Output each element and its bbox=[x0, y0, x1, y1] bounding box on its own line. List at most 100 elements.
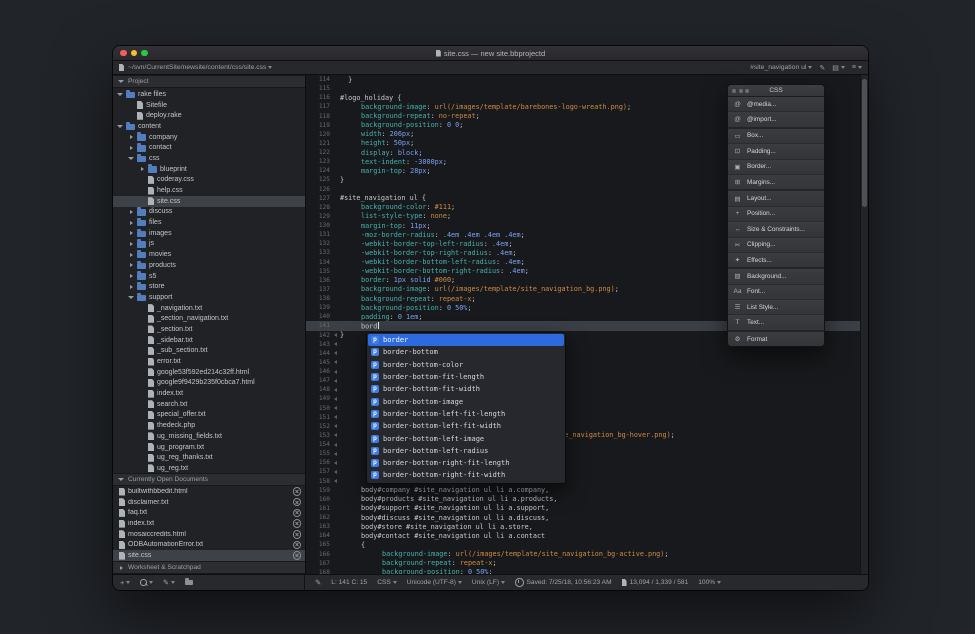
tree-item[interactable]: blueprint bbox=[113, 164, 305, 175]
tree-item[interactable]: search.txt bbox=[113, 399, 305, 410]
worksheet-header[interactable]: Worksheet & Scratchpad bbox=[113, 561, 305, 574]
completion-item[interactable]: pborder-bottom bbox=[368, 346, 564, 358]
palette-item-position[interactable]: +Position... bbox=[728, 207, 824, 222]
open-docs-header[interactable]: Currently Open Documents bbox=[113, 473, 305, 486]
tree-item[interactable]: coderay.css bbox=[113, 175, 305, 186]
disclosure-closed-icon[interactable] bbox=[118, 566, 124, 570]
palette-item-background[interactable]: ▨Background... bbox=[728, 269, 824, 284]
tree-item[interactable]: discuss bbox=[113, 207, 305, 218]
close-document-icon[interactable] bbox=[293, 530, 302, 539]
tree-item[interactable]: _sub_section.txt bbox=[113, 346, 305, 357]
code-line[interactable]: 164body#contact #site_navigation ul li a… bbox=[306, 531, 868, 540]
disclosure-open-icon[interactable] bbox=[128, 296, 134, 299]
tree-item[interactable]: ug_program.txt bbox=[113, 442, 305, 453]
palette-item-clipping[interactable]: ✂Clipping... bbox=[728, 238, 824, 253]
close-document-icon[interactable] bbox=[293, 541, 302, 550]
palette-item-layout[interactable]: ▤Layout... bbox=[728, 191, 824, 206]
close-document-icon[interactable] bbox=[293, 498, 302, 507]
editable-indicator-icon[interactable]: ✎ bbox=[315, 578, 321, 587]
disclosure-closed-icon[interactable] bbox=[128, 285, 134, 289]
open-document-item[interactable]: ODBAutomationError.txt bbox=[113, 540, 305, 551]
tree-item[interactable]: products bbox=[113, 260, 305, 271]
tree-item[interactable]: contact bbox=[113, 142, 305, 153]
language-popup[interactable]: CSS bbox=[377, 579, 397, 586]
close-document-icon[interactable] bbox=[293, 487, 302, 496]
disclosure-open-icon[interactable] bbox=[118, 478, 124, 481]
close-document-icon[interactable] bbox=[293, 519, 302, 528]
palette-window-buttons[interactable] bbox=[732, 89, 749, 93]
zoom-window-button[interactable] bbox=[141, 50, 148, 57]
code-line[interactable]: 167background-repeat: repeat-x; bbox=[306, 559, 868, 568]
file-path-popup[interactable]: ~/svn/CurrentSite/newsite/content/css/si… bbox=[128, 64, 272, 71]
tree-item[interactable]: index.txt bbox=[113, 388, 305, 399]
palette-item-list-style[interactable]: ☰List Style... bbox=[728, 300, 824, 315]
palette-item-box[interactable]: ▭Box... bbox=[728, 129, 824, 144]
completion-item[interactable]: pborder-bottom-fit-length bbox=[368, 371, 564, 383]
disclosure-closed-icon[interactable] bbox=[128, 263, 134, 267]
tree-item[interactable]: _navigation.txt bbox=[113, 303, 305, 314]
palette-item-effects[interactable]: ✦Effects... bbox=[728, 253, 824, 267]
tree-item[interactable]: content bbox=[113, 121, 305, 132]
completion-item[interactable]: pborder-bottom-left-image bbox=[368, 432, 564, 444]
completion-item[interactable]: pborder-bottom-right-fit-length bbox=[368, 457, 564, 469]
tree-item[interactable]: support bbox=[113, 292, 305, 303]
project-header[interactable]: Project bbox=[113, 75, 305, 88]
open-document-item[interactable]: site.css bbox=[113, 550, 305, 561]
tree-item[interactable]: js bbox=[113, 239, 305, 250]
tree-item[interactable]: rake files bbox=[113, 89, 305, 100]
completion-item[interactable]: pborder-bottom-color bbox=[368, 359, 564, 371]
completion-item[interactable]: pborder-bottom-fit-width bbox=[368, 383, 564, 395]
palette-item-margins[interactable]: ⊞Margins... bbox=[728, 175, 824, 189]
palette-item-media-rule[interactable]: @@media... bbox=[728, 97, 824, 112]
tree-item[interactable]: company bbox=[113, 132, 305, 143]
code-line[interactable]: 165{ bbox=[306, 540, 868, 549]
tree-item[interactable]: files bbox=[113, 217, 305, 228]
disclosure-closed-icon[interactable] bbox=[128, 210, 134, 214]
edit-tools-button[interactable]: ✎ bbox=[163, 578, 175, 587]
disclosure-closed-icon[interactable] bbox=[139, 167, 145, 171]
disclosure-closed-icon[interactable] bbox=[128, 146, 134, 150]
disclosure-open-icon[interactable] bbox=[128, 157, 134, 160]
palette-titlebar[interactable]: CSS bbox=[728, 85, 824, 97]
tree-item[interactable]: google53f592ed214c32ff.html bbox=[113, 367, 305, 378]
minimize-window-button[interactable] bbox=[131, 50, 138, 57]
completion-item[interactable]: pborder-bottom-left-fit-width bbox=[368, 420, 564, 432]
open-document-item[interactable]: builtwithbbedit.html bbox=[113, 486, 305, 497]
completion-item[interactable]: pborder-bottom-right-fit-width bbox=[368, 469, 564, 481]
search-button[interactable] bbox=[140, 579, 153, 586]
code-line[interactable]: 168background-position: 0 50%; bbox=[306, 568, 868, 574]
window-titlebar[interactable]: site.css — new site.bbprojectd bbox=[113, 46, 868, 61]
tree-item[interactable]: special_offer.txt bbox=[113, 410, 305, 421]
disclosure-closed-icon[interactable] bbox=[128, 221, 134, 225]
tree-item[interactable]: _sidebar.txt bbox=[113, 335, 305, 346]
add-item-button[interactable]: + bbox=[120, 578, 130, 587]
tree-item[interactable]: s5 bbox=[113, 271, 305, 282]
open-document-item[interactable]: mosaiccredits.html bbox=[113, 529, 305, 540]
palette-item-border[interactable]: ▣Border... bbox=[728, 160, 824, 175]
pencil-icon[interactable]: ✎ bbox=[819, 64, 825, 72]
tree-item[interactable]: movies bbox=[113, 249, 305, 260]
palette-item-font[interactable]: AaFont... bbox=[728, 285, 824, 300]
tree-item[interactable]: thedeck.php bbox=[113, 420, 305, 431]
tree-item[interactable]: _section.txt bbox=[113, 324, 305, 335]
reveal-folder-button[interactable] bbox=[185, 580, 193, 586]
palette-item-import-rule[interactable]: @@import... bbox=[728, 112, 824, 126]
open-document-item[interactable]: disclaimer.txt bbox=[113, 497, 305, 508]
disclosure-open-icon[interactable] bbox=[118, 80, 124, 83]
tree-item[interactable]: ug_reg.txt bbox=[113, 463, 305, 473]
completion-item[interactable]: pborder-bottom-left-radius bbox=[368, 445, 564, 457]
editor-scrollbar[interactable] bbox=[860, 75, 868, 574]
tree-item[interactable]: images bbox=[113, 228, 305, 239]
encoding-popup[interactable]: Unicode (UTF-8) bbox=[407, 579, 462, 586]
code-line[interactable]: 161body#support #site_navigation ul li a… bbox=[306, 504, 868, 513]
code-line[interactable]: 159body#company #site_navigation ul li a… bbox=[306, 486, 868, 495]
options-menu-icon[interactable]: ≡ bbox=[852, 64, 862, 71]
completion-item[interactable]: pborder bbox=[368, 334, 564, 346]
tree-item[interactable]: Sitefile bbox=[113, 100, 305, 111]
disclosure-open-icon[interactable] bbox=[117, 125, 123, 128]
palette-item-padding[interactable]: ⊡Padding... bbox=[728, 144, 824, 159]
zoom-popup[interactable]: 100% bbox=[698, 579, 721, 586]
close-document-icon[interactable] bbox=[293, 509, 302, 518]
code-line[interactable]: 163body#store #site_navigation ul li a.s… bbox=[306, 522, 868, 531]
tree-item[interactable]: _section_navigation.txt bbox=[113, 313, 305, 324]
